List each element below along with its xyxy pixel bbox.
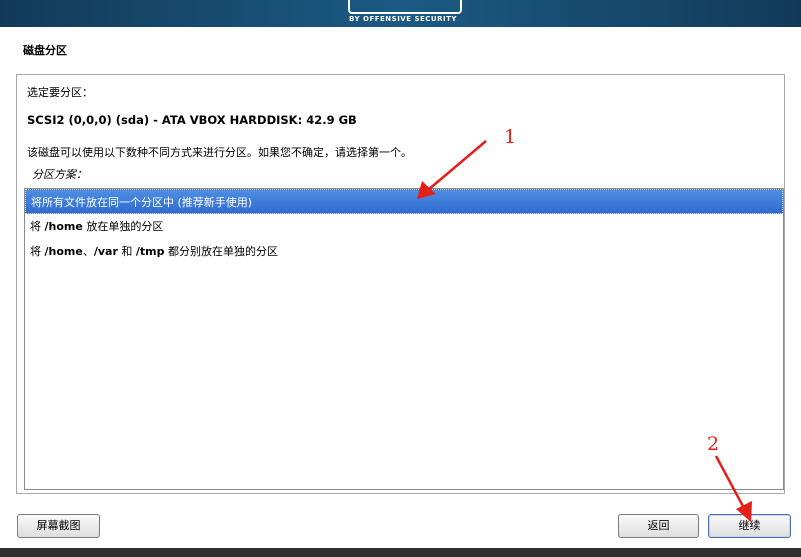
scheme-text: 将	[30, 220, 45, 233]
back-button[interactable]: 返回	[618, 514, 699, 538]
scheme-text: 都分别放在单独的分区	[164, 245, 278, 258]
scheme-listbox[interactable]: 将所有文件放在同一个分区中 (推荐新手使用) 将 /home 放在单独的分区 将…	[24, 188, 784, 490]
bottom-edge	[0, 548, 801, 557]
scheme-text: 和	[117, 245, 136, 258]
select-prompt: 选定要分区：	[27, 86, 93, 99]
page-title: 磁盘分区	[23, 44, 67, 57]
partition-panel: 选定要分区： SCSI2 (0,0,0) (sda) - ATA VBOX HA…	[16, 74, 785, 494]
scheme-text: 、	[82, 245, 94, 258]
annotation-number-1: 1	[504, 126, 517, 148]
scheme-text: 将	[30, 245, 45, 258]
screenshot-button[interactable]: 屏幕截图	[17, 514, 100, 538]
description-text: 该磁盘可以使用以下数种不同方式来进行分区。如果您不确定，请选择第一个。	[27, 146, 412, 159]
scheme-option-separate-home[interactable]: 将 /home 放在单独的分区	[25, 214, 783, 239]
scheme-path: /home	[44, 245, 83, 258]
disk-name: SCSI2 (0,0,0) (sda) - ATA VBOX HARDDISK:…	[27, 113, 357, 127]
annotation-number-2: 2	[707, 433, 720, 455]
scheme-text: 放在单独的分区	[82, 220, 164, 233]
continue-button[interactable]: 继续	[708, 514, 791, 538]
scheme-option-all-in-one[interactable]: 将所有文件放在同一个分区中 (推荐新手使用)	[25, 189, 783, 214]
scheme-label: 分区方案：	[32, 168, 87, 181]
scheme-path: /home	[44, 220, 83, 233]
scheme-path: /var	[93, 245, 118, 258]
scheme-option-label: 将所有文件放在同一个分区中 (推荐新手使用)	[31, 196, 253, 209]
logo-subtitle: BY OFFENSIVE SECURITY	[349, 15, 457, 23]
scheme-path: /tmp	[135, 245, 165, 258]
top-banner: BY OFFENSIVE SECURITY	[0, 0, 801, 27]
scheme-option-separate-home-var-tmp[interactable]: 将 /home、/var 和 /tmp 都分别放在单独的分区	[25, 239, 783, 264]
kali-logo	[348, 0, 462, 14]
